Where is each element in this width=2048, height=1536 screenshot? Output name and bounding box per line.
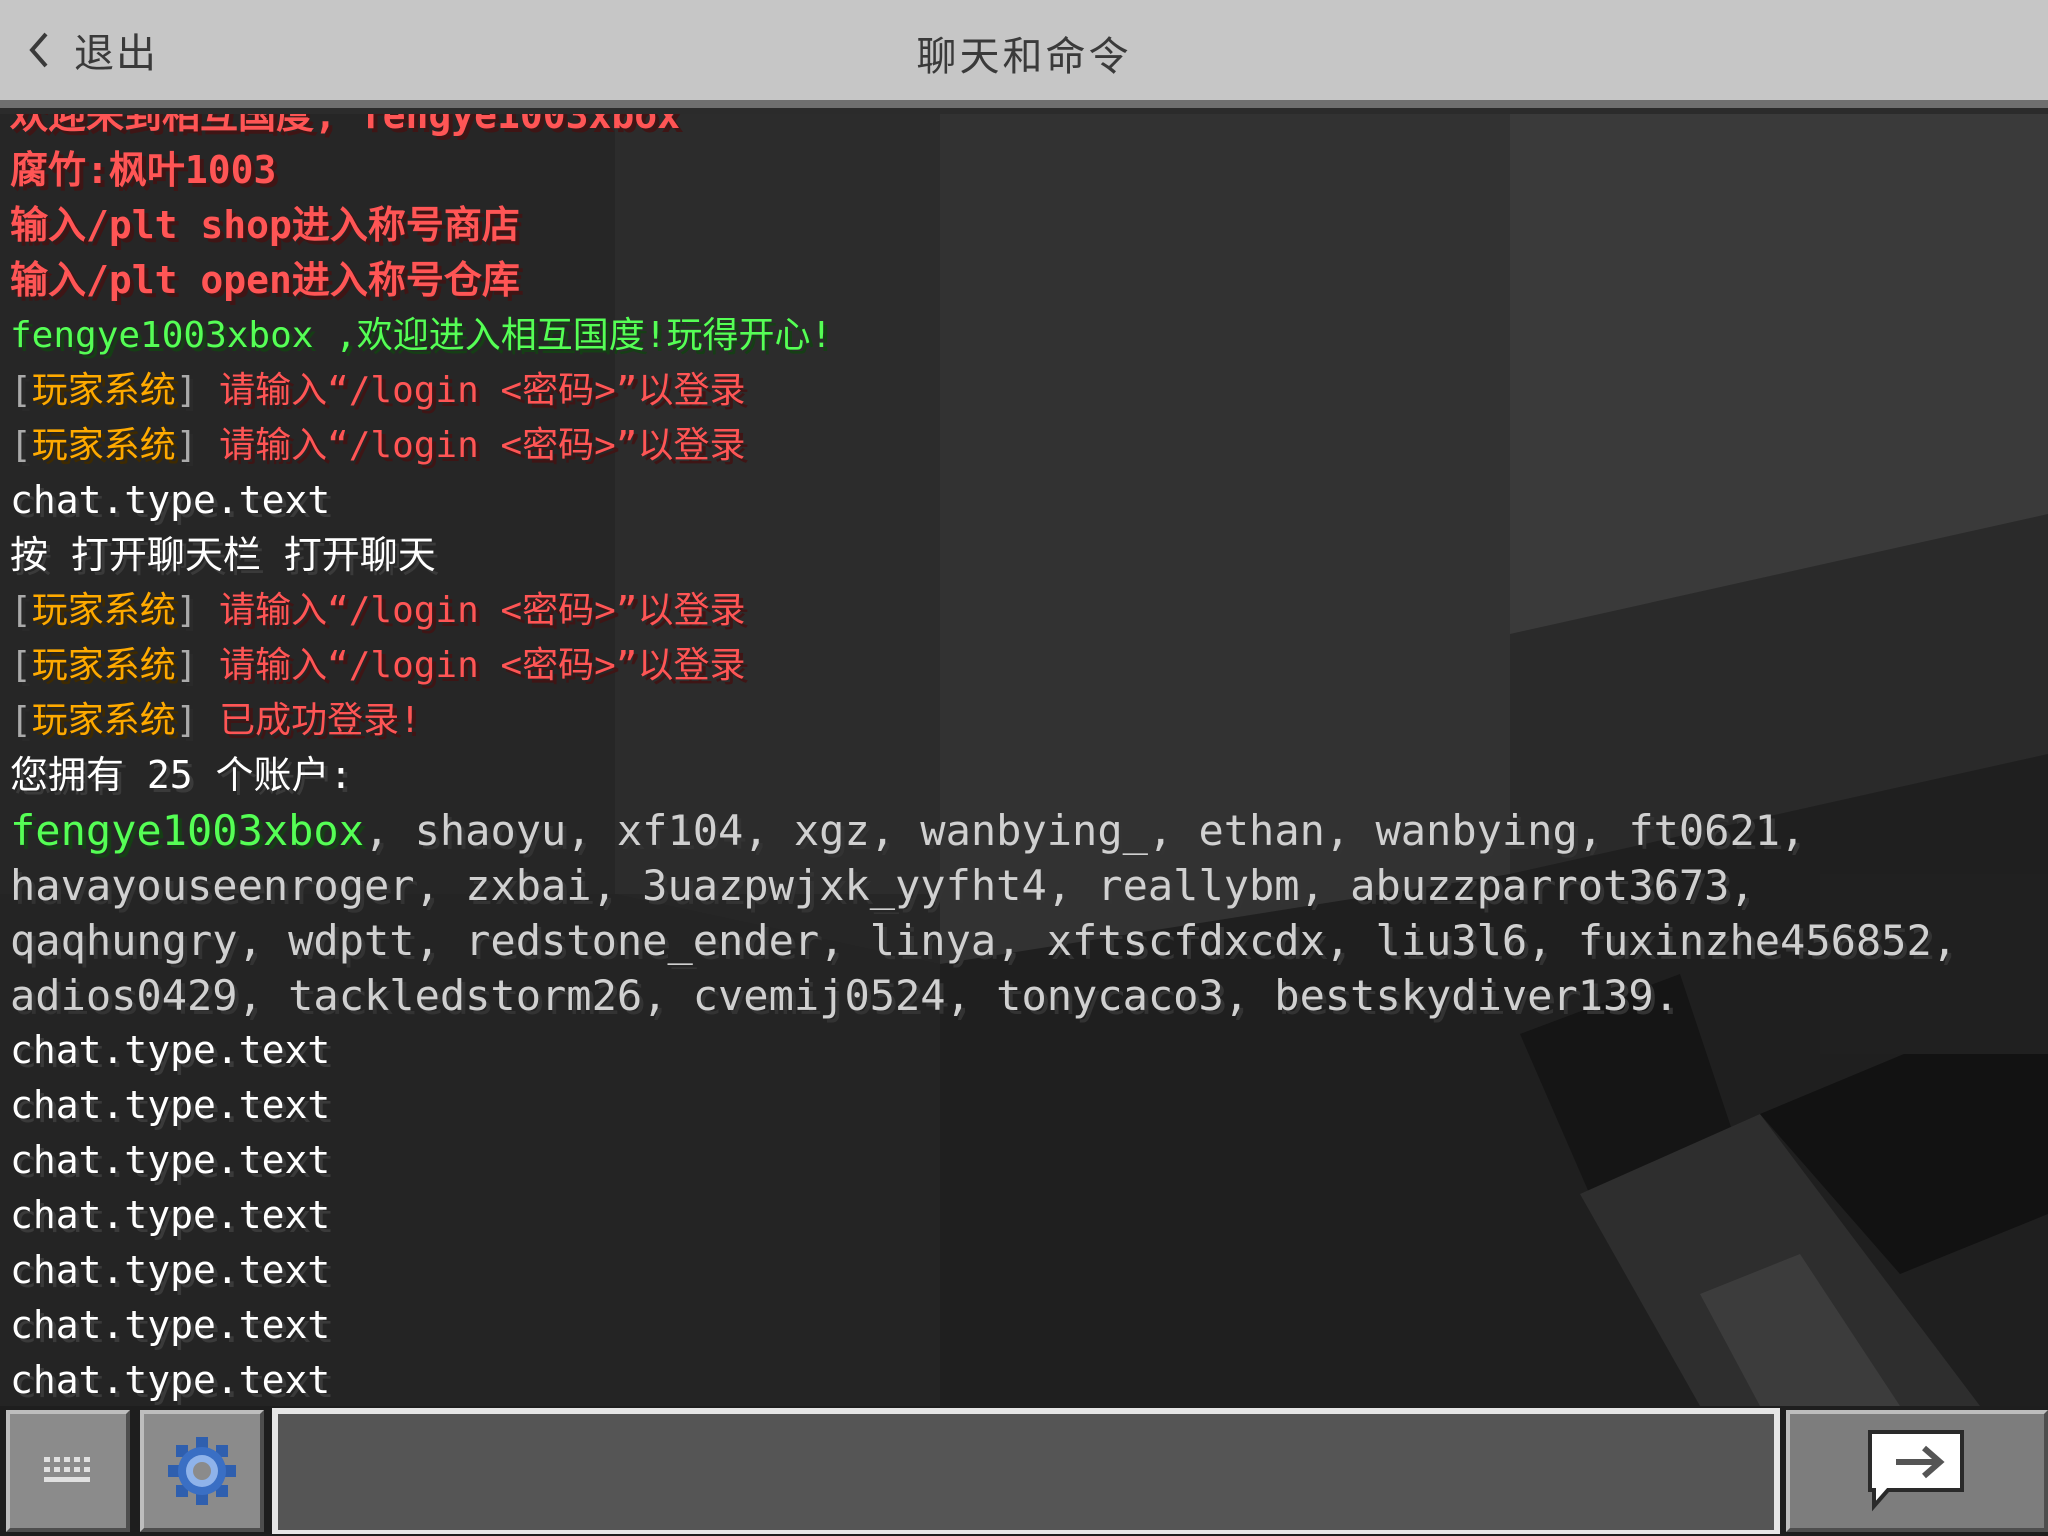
chat-message: [玩家系统] 请输入“/login <密码>”以登录 <box>10 638 2028 693</box>
chat-message: [玩家系统] 已成功登录! <box>10 693 2028 748</box>
chat-message-segment: havayouseenroger, zxbai, 3uazpwjxk_yyfht… <box>10 861 1755 910</box>
chat-message-segment: chat.type.text <box>10 1248 331 1292</box>
chat-message: adios0429, tackledstorm26, cvemij0524, t… <box>10 968 2028 1023</box>
chat-message: [玩家系统] 请输入“/login <密码>”以登录 <box>10 363 2028 418</box>
chat-message-segment: [ <box>10 590 32 631</box>
chat-message-segment: fengye1003xbox ,欢迎进入相互国度!玩得开心! <box>10 315 833 356</box>
chat-message-segment: 输入/plt shop进入称号商店 <box>10 203 520 247</box>
keyboard-button[interactable] <box>6 1410 130 1532</box>
chat-message-segment: 按 打开聊天栏 打开聊天 <box>10 533 436 577</box>
chat-message: chat.type.text <box>10 1353 2028 1406</box>
chat-message-segment: ] <box>175 700 220 741</box>
chat-message: 按 打开聊天栏 打开聊天 <box>10 528 2028 583</box>
chat-message-segment: 玩家系统 <box>31 700 176 741</box>
chat-message-segment: 请输入“/login <密码>”以登录 <box>219 425 746 466</box>
chat-message-segment: 已成功登录! <box>219 700 421 741</box>
chat-message-segment: chat.type.text <box>10 1193 331 1237</box>
chat-message: chat.type.text <box>10 1133 2028 1188</box>
chat-message: chat.type.text <box>10 1188 2028 1243</box>
chat-message-segment: qaqhungry, wdptt, redstone_ender, linya,… <box>10 916 1958 965</box>
chat-message-segment: 输入/plt open进入称号仓库 <box>10 258 520 302</box>
chat-message-segment: [ <box>10 700 32 741</box>
chat-message-segment: 玩家系统 <box>31 370 176 411</box>
gear-icon <box>168 1437 236 1505</box>
keyboard-icon <box>44 1457 90 1482</box>
chat-message: 欢迎来到相互国度, fengye1003xbox <box>10 114 2028 143</box>
command-settings-button[interactable] <box>140 1410 264 1532</box>
chat-message: fengye1003xbox, shaoyu, xf104, xgz, wanb… <box>10 803 2028 858</box>
chat-message-segment: 请输入“/login <密码>”以登录 <box>219 590 746 631</box>
page-title: 聊天和命令 <box>916 34 1132 80</box>
chat-message-segment: , shaoyu, xf104, xgz, wanbying_, ethan, … <box>364 806 1806 855</box>
chat-message-segment: fengye1003xbox <box>10 806 365 855</box>
chat-message-segment: ] <box>175 425 220 466</box>
chat-input[interactable] <box>272 1408 1780 1534</box>
chat-message: chat.type.text <box>10 1023 2028 1078</box>
chat-message: havayouseenroger, zxbai, 3uazpwjxk_yyfht… <box>10 858 2028 913</box>
chat-message-segment: 玩家系统 <box>31 590 176 631</box>
chat-message-segment: ] <box>175 590 220 631</box>
chat-message-segment: chat.type.text <box>10 1028 331 1072</box>
chat-message-segment: adios0429, tackledstorm26, cvemij0524, t… <box>10 971 1679 1020</box>
chat-message-segment: ] <box>175 370 220 411</box>
chat-message-segment: chat.type.text <box>10 1358 331 1402</box>
send-button[interactable] <box>1786 1410 2048 1532</box>
chat-message: qaqhungry, wdptt, redstone_ender, linya,… <box>10 913 2028 968</box>
chat-message-segment: 您拥有 25 个账户: <box>10 753 353 797</box>
chat-message-segment: [ <box>10 425 32 466</box>
chat-message-segment: 腐竹:枫叶1003 <box>10 148 277 192</box>
chat-message-segment: 请输入“/login <密码>”以登录 <box>219 645 746 686</box>
chat-message-segment: ] <box>175 645 220 686</box>
chat-message: chat.type.text <box>10 1078 2028 1133</box>
chat-message: chat.type.text <box>10 1243 2028 1298</box>
chat-message-segment: [ <box>10 645 32 686</box>
chat-message: [玩家系统] 请输入“/login <密码>”以登录 <box>10 418 2028 473</box>
chat-message: chat.type.text <box>10 1298 2028 1353</box>
chat-log: 欢迎来到相互国度, fengye1003xbox 腐竹:枫叶1003 输入/plt … <box>0 114 2048 1406</box>
chat-message-segment: [ <box>10 370 32 411</box>
chat-input-bar <box>0 1406 2048 1536</box>
chat-message-segment: 玩家系统 <box>31 425 176 466</box>
chat-message-segment: chat.type.text <box>10 1138 331 1182</box>
chat-message: 腐竹:枫叶1003 <box>10 143 2028 198</box>
chat-message: 您拥有 25 个账户: <box>10 748 2028 803</box>
chat-message: [玩家系统] 请输入“/login <密码>”以登录 <box>10 583 2028 638</box>
chat-message: fengye1003xbox ,欢迎进入相互国度!玩得开心! <box>10 308 2028 363</box>
chat-message-segment: chat.type.text <box>10 1303 331 1347</box>
chat-message: chat.type.text <box>10 473 2028 528</box>
chat-message-segment: 玩家系统 <box>31 645 176 686</box>
chat-message-segment: 请输入“/login <密码>”以登录 <box>219 370 746 411</box>
chat-message-segment: 欢迎来到相互国度, fengye1003xbox <box>10 114 681 137</box>
top-bar: 退出 聊天和命令 <box>0 0 2048 108</box>
chat-message: 输入/plt open进入称号仓库 <box>10 253 2028 308</box>
send-arrow-icon <box>1868 1430 1964 1512</box>
chat-message: 输入/plt shop进入称号商店 <box>10 198 2028 253</box>
chat-message-segment: chat.type.text <box>10 1083 331 1127</box>
chat-messages: 欢迎来到相互国度, fengye1003xbox 腐竹:枫叶1003 输入/plt … <box>10 114 2028 1406</box>
chat-message-segment: chat.type.text <box>10 478 331 522</box>
